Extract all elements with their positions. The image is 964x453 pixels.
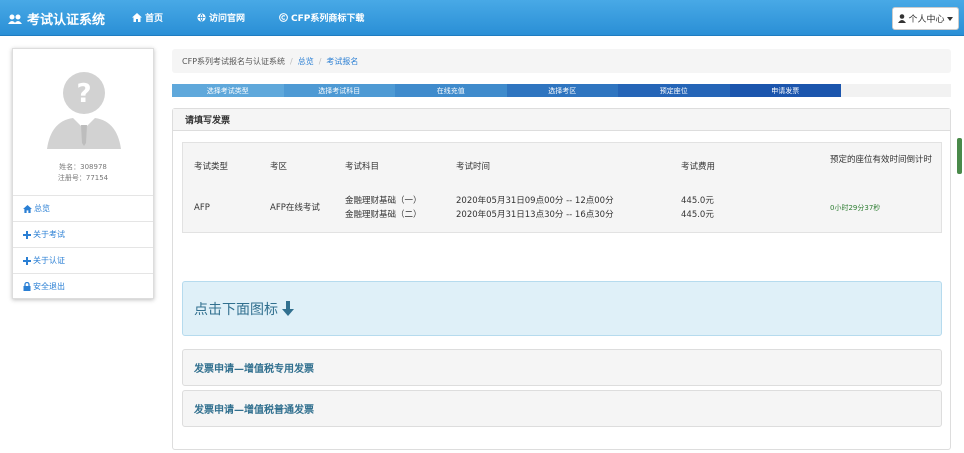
nav-home-label: 首页 [145, 14, 164, 24]
step-reserve-seat: 预定座位 [618, 84, 730, 97]
avatar: ? [47, 72, 121, 149]
header-exam-time: 考试时间 [456, 162, 491, 172]
step-apply-invoice: 申请发票 [729, 84, 841, 97]
header-exam-area: 考区 [270, 162, 288, 172]
invoice-panel: 请填写发票 考试类型 考区 考试科目 考试时间 考试费用 预定的座位有效时间倒计… [172, 108, 951, 450]
header-exam-type: 考试类型 [194, 162, 229, 172]
profile-name: 姓名：308978 [59, 163, 107, 171]
user-icon [898, 14, 907, 23]
arrow-down-icon [282, 301, 294, 316]
user-center-label: 个人中心 [908, 15, 945, 25]
svg-text:?: ? [76, 79, 91, 109]
nav-trademark-download-label: CFP系列商标下载 [291, 14, 365, 24]
exam-table: 考试类型 考区 考试科目 考试时间 考试费用 预定的座位有效时间倒计时 AFP … [182, 142, 942, 233]
panel-title: 请填写发票 [173, 109, 950, 131]
header-exam-subject: 考试科目 [345, 162, 380, 172]
nav-trademark-download[interactable]: CFP系列商标下载 [279, 11, 364, 24]
invoice-general-vat[interactable]: 发票申请—增值税普通发票 [182, 390, 942, 427]
step-online-recharge: 在线充值 [395, 84, 507, 97]
home-icon [23, 204, 32, 213]
header-exam-fee: 考试费用 [681, 162, 716, 172]
cell-subject-2: 金融理财基础（二） [345, 210, 422, 220]
side-menu: 总览 关于考试 关于认证 安全退出 [13, 195, 153, 299]
plus-icon [23, 230, 31, 239]
progress-steps: 选择考试类型 选择考试科目 在线充值 选择考区 预定座位 申请发票 [172, 84, 951, 97]
step-select-type: 选择考试类型 [172, 84, 284, 97]
profile-reg-number: 注册号：77154 [57, 174, 109, 182]
caret-down-icon [946, 16, 953, 21]
nav-official-site-label: 访问官网 [209, 14, 246, 24]
scrollbar-thumb[interactable] [957, 138, 962, 174]
seat-countdown-timer: 0小时29分37秒 [830, 204, 881, 212]
plus-icon [23, 256, 31, 265]
cell-time-1: 2020年05月31日09点00分 -- 12点00分 [456, 196, 614, 206]
cell-time-2: 2020年05月31日13点30分 -- 16点30分 [456, 210, 614, 220]
click-hint-alert: 点击下面图标 [182, 281, 942, 336]
cell-fee-2: 445.0元 [681, 210, 714, 220]
nav-official-site[interactable]: 访问官网 [197, 11, 245, 24]
breadcrumb: CFP系列考试报名与认证系统 / 总览 / 考试报名 [172, 49, 951, 73]
cell-fee-1: 445.0元 [681, 196, 714, 206]
sidebar-item-label: 总览 [34, 204, 50, 213]
breadcrumb-root: CFP系列考试报名与认证系统 [182, 56, 286, 66]
sidebar-item-about-exam[interactable]: 关于考试 [13, 221, 153, 247]
brand-title: 考试认证系统 [27, 13, 106, 28]
lock-icon [23, 282, 31, 291]
sidebar-item-label: 安全退出 [33, 282, 65, 291]
users-icon [8, 14, 22, 24]
invoice-special-vat[interactable]: 发票申请—增值税专用发票 [182, 349, 942, 386]
step-select-area: 选择考区 [506, 84, 618, 97]
step-select-subject: 选择考试科目 [283, 84, 395, 97]
globe-icon [197, 13, 206, 22]
breadcrumb-separator: / [318, 56, 322, 66]
cell-exam-type: AFP [194, 203, 210, 213]
click-hint-text: 点击下面图标 [194, 301, 278, 318]
copyright-icon [279, 13, 288, 22]
brand[interactable]: 考试认证系统 [8, 9, 105, 28]
sidebar-item-about-cert[interactable]: 关于认证 [13, 247, 153, 273]
sidebar: ? 姓名：308978 注册号：77154 总览 关于考试 关于认证 安全退出 [12, 48, 154, 299]
sidebar-item-label: 关于认证 [33, 256, 65, 265]
home-icon [132, 13, 142, 22]
header-seat-countdown: 预定的座位有效时间倒计时 [830, 155, 933, 165]
nav-home[interactable]: 首页 [132, 11, 163, 24]
breadcrumb-current[interactable]: 考试报名 [326, 56, 358, 67]
user-center-dropdown[interactable]: 个人中心 [892, 7, 959, 30]
sidebar-item-label: 关于考试 [33, 230, 65, 239]
cell-subject-1: 金融理财基础（一） [345, 196, 422, 206]
breadcrumb-overview[interactable]: 总览 [298, 56, 314, 67]
sidebar-item-logout[interactable]: 安全退出 [13, 273, 153, 299]
breadcrumb-separator: / [290, 56, 293, 66]
cell-exam-area: AFP在线考试 [270, 203, 320, 213]
top-navbar: 考试认证系统 首页 访问官网 CFP系列商标下载 个人中心 [0, 0, 964, 36]
sidebar-item-overview[interactable]: 总览 [13, 195, 153, 221]
